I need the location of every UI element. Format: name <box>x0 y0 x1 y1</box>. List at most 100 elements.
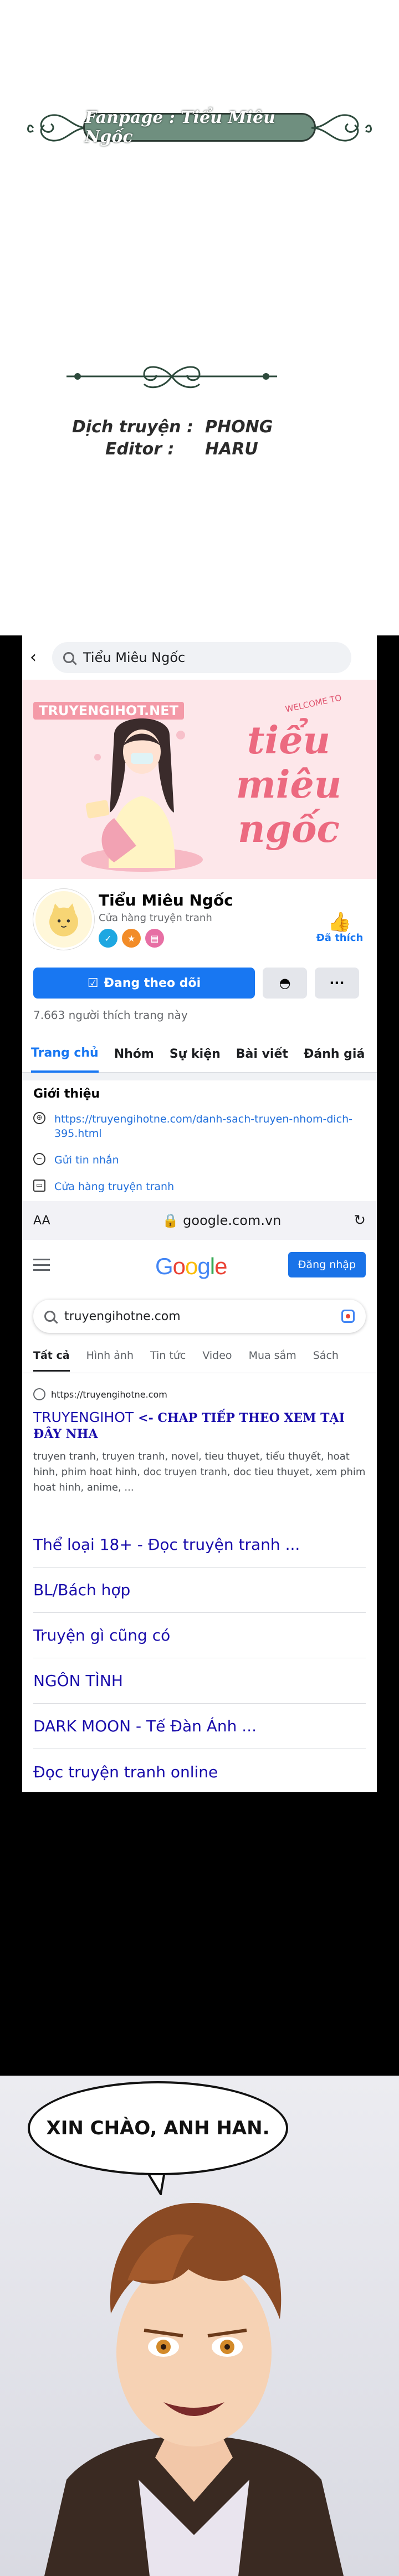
sitelink-item[interactable]: NGÔN TÌNH <box>33 1658 366 1704</box>
action-row: ☑ Đang theo dõi ◓ ··· <box>33 968 366 999</box>
likes-count: 7.663 người thích trang này <box>33 1008 188 1022</box>
back-arrow-icon[interactable]: ‹ <box>30 649 47 666</box>
shop-icon: ▭ <box>33 1180 45 1192</box>
thumbs-up-icon: 👍 <box>328 911 352 933</box>
avatar-cat-icon <box>49 903 78 937</box>
more-icon: ··· <box>329 975 345 991</box>
page-name: Tiểu Miêu Ngốc <box>99 891 233 909</box>
fanpage-box: Fanpage : Tiểu Miêu Ngốc <box>83 108 316 147</box>
site-favicon-icon <box>33 1388 45 1400</box>
send-message-link[interactable]: Gửi tin nhắn <box>54 1153 354 1167</box>
tab-video[interactable]: Video <box>202 1349 232 1372</box>
globe-icon: ⊕ <box>33 1112 45 1124</box>
sitelink-item[interactable]: Thể loại 18+ - Đọc truyện tranh ... <box>33 1522 366 1568</box>
intro-section: Giới thiệu ⊕ https://truyengihotne.com/d… <box>33 1087 366 1206</box>
speech-bubble: XIN CHÀO, ANH HAN. <box>28 2081 288 2175</box>
liked-label: Đã thích <box>316 932 364 944</box>
right-swirl-ornament <box>311 114 372 142</box>
reload-icon[interactable]: ↻ <box>321 1212 366 1229</box>
following-label: Đang theo dõi <box>104 976 201 990</box>
safari-address-bar: AA 🔒 google.com.vn ↻ <box>22 1201 377 1240</box>
page-avatar[interactable] <box>33 889 94 950</box>
sign-in-button[interactable]: Đăng nhập <box>288 1252 366 1277</box>
sitelink-item[interactable]: Truyện gì cũng có <box>33 1613 366 1658</box>
sitelink-item[interactable]: BL/Bách hợp <box>33 1568 366 1613</box>
editor-key: Editor : <box>105 439 175 459</box>
credits-ornament <box>66 366 277 389</box>
google-logo[interactable]: Google <box>155 1253 227 1280</box>
tab-images[interactable]: Hình ảnh <box>86 1349 134 1372</box>
sitelink-item[interactable]: Đọc truyện tranh online <box>33 1749 366 1792</box>
profile-row: Tiểu Miêu Ngốc Cửa hàng truyện tranh ✓ ★… <box>22 879 377 968</box>
result-snippet: truyen tranh, truyen tranh, novel, tieu … <box>33 1451 366 1493</box>
cover-photo[interactable]: TRUYENGIHOT.NET WELCOME TO tiểu miêu ngố… <box>22 680 377 879</box>
messenger-small-icon: ~ <box>33 1153 45 1165</box>
messenger-icon: ◓ <box>279 975 291 991</box>
text-size-button[interactable]: AA <box>33 1214 122 1228</box>
more-button[interactable]: ··· <box>315 968 359 999</box>
result-title-main: TRUYENGIHOT <box>33 1409 134 1425</box>
result-url: https://truyengihotne.com <box>51 1389 167 1400</box>
intro-category: ▭ Cửa hàng truyện tranh <box>33 1180 366 1194</box>
facebook-tabs: Trang chủ Nhóm Sự kiện Bài viết Đánh giá <box>22 1036 377 1073</box>
tab-reviews[interactable]: Đánh giá <box>304 1047 365 1061</box>
left-swirl-ornament <box>27 114 88 142</box>
tab-posts[interactable]: Bài viết <box>236 1047 288 1061</box>
sitelink-item[interactable]: DARK MOON - Tế Đàn Ánh ... <box>33 1704 366 1749</box>
intro-website: ⊕ https://truyengihotne.com/danh-sach-tr… <box>33 1112 366 1141</box>
facebook-topbar: ‹ Tiểu Miêu Ngốc <box>22 635 377 680</box>
cover-script-title: tiểu miêu ngốc <box>236 718 342 851</box>
liked-button[interactable]: 👍 Đã thích <box>315 912 365 944</box>
tab-news[interactable]: Tin tức <box>150 1349 186 1372</box>
website-link[interactable]: https://truyengihotne.com/danh-sach-truy… <box>54 1112 354 1141</box>
search-result: https://truyengihotne.com TRUYENGIHOT <-… <box>33 1388 366 1496</box>
lens-icon[interactable] <box>341 1310 355 1323</box>
intro-title: Giới thiệu <box>33 1087 100 1101</box>
tab-events[interactable]: Sự kiện <box>170 1047 221 1061</box>
editor-row: Editor : HARU <box>72 438 294 461</box>
community-badge-icon[interactable]: ✓ <box>99 929 117 948</box>
address-field[interactable]: 🔒 google.com.vn <box>122 1213 321 1228</box>
facebook-search-text: Tiểu Miêu Ngốc <box>83 650 186 665</box>
speech-text: XIN CHÀO, ANH HAN. <box>46 2117 270 2139</box>
google-header: Google Đăng nhập <box>22 1240 377 1290</box>
following-check-icon: ☑ <box>87 976 99 990</box>
translator-row: Dịch truyện : PHONG <box>72 416 294 438</box>
cover-girl-illustration <box>81 718 203 872</box>
address-url: google.com.vn <box>183 1213 282 1228</box>
menu-icon[interactable] <box>33 1259 50 1271</box>
tab-home[interactable]: Trang chủ <box>31 1036 99 1073</box>
comic-character-illustration <box>44 2203 344 2576</box>
facebook-separator <box>22 1073 377 1080</box>
fanpage-banner: Fanpage : Tiểu Miêu Ngốc <box>22 100 377 155</box>
google-query: truyengihotne.com <box>64 1309 181 1323</box>
page-category: Cửa hàng truyện tranh <box>99 912 212 924</box>
fanpage-label: Fanpage : Tiểu Miêu Ngốc <box>85 108 275 147</box>
tab-all[interactable]: Tất cả <box>33 1349 70 1372</box>
tab-shopping[interactable]: Mua sắm <box>249 1349 296 1372</box>
tab-groups[interactable]: Nhóm <box>114 1047 154 1061</box>
category-link[interactable]: Cửa hàng truyện tranh <box>54 1180 354 1194</box>
intro-message: ~ Gửi tin nhắn <box>33 1153 366 1167</box>
translator-key: Dịch truyện : <box>72 417 193 437</box>
editor-value: HARU <box>205 439 258 459</box>
google-search-input[interactable]: truyengihotne.com <box>33 1300 366 1333</box>
tab-books[interactable]: Sách <box>313 1349 339 1372</box>
credits: Dịch truyện : PHONG Editor : HARU <box>72 416 294 461</box>
phone-screenshot: ‹ Tiểu Miêu Ngốc TRUYENGIHOT.NET WELCOME… <box>22 635 377 1792</box>
google-search-icon <box>44 1311 55 1322</box>
facebook-search-field[interactable]: Tiểu Miêu Ngốc <box>52 642 351 673</box>
sitelinks: Thể loại 18+ - Đọc truyện tranh ... BL/B… <box>33 1522 366 1792</box>
search-icon <box>63 652 74 663</box>
messenger-button[interactable]: ◓ <box>263 968 307 999</box>
translator-value: PHONG <box>205 417 273 437</box>
following-button[interactable]: ☑ Đang theo dõi <box>33 968 255 999</box>
cover-welcome-label: WELCOME TO <box>284 692 342 715</box>
google-tabs: Tất cả Hình ảnh Tin tức Video Mua sắm Sá… <box>33 1349 377 1372</box>
page-badges: ✓ ★ ▤ <box>99 929 164 948</box>
result-title[interactable]: TRUYENGIHOT <- CHAP TIẾP THEO XEM TẠI ĐÂ… <box>33 1409 366 1441</box>
calendar-badge-icon[interactable]: ▤ <box>145 929 164 948</box>
result-site: https://truyengihotne.com <box>33 1388 366 1400</box>
page: Fanpage : Tiểu Miêu Ngốc Dịch truyện : P… <box>0 0 399 2576</box>
top-fan-badge-icon[interactable]: ★ <box>122 929 141 948</box>
